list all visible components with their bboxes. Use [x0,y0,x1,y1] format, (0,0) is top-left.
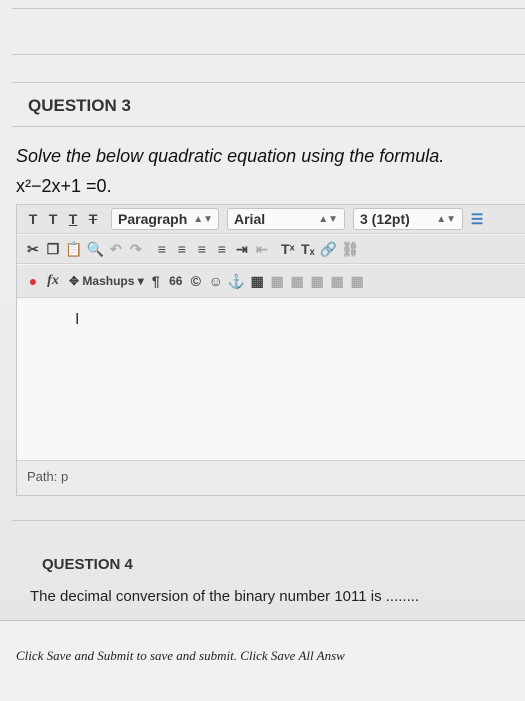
table-cell-icon[interactable]: ▦ [309,271,325,291]
question-4-prompt: The decimal conversion of the binary num… [30,588,420,605]
link-icon[interactable]: 🔗 [320,239,337,259]
strikethrough-text-icon[interactable]: T [85,209,101,229]
italic-text-icon[interactable]: T [45,209,61,229]
select-arrows-icon: ▲▼ [193,213,214,225]
select-arrows-icon: ▲▼ [436,213,456,225]
mashups-button[interactable]: ✥ Mashups ▾ [69,271,144,291]
outdent-icon[interactable]: ⇤ [254,239,270,259]
divider [12,8,525,9]
question-4-title: QUESTION 4 [42,556,133,573]
select-arrows-icon: ▲▼ [318,213,338,225]
emoji-icon[interactable]: ☺ [208,271,224,291]
formula-icon[interactable]: fx [45,271,61,291]
rich-text-editor: T T T T Paragraph ▲▼ Arial ▲▼ 3 (12pt) ▲… [16,204,525,496]
anchor-icon[interactable]: ⚓ [228,271,245,291]
footer-instructions: Click Save and Submit to save and submit… [16,648,345,663]
undo-icon[interactable]: ↶ [108,239,124,259]
mashups-icon: ✥ [69,274,80,288]
divider [12,520,525,521]
font-size-select-value: 3 (12pt) [360,211,410,227]
question-3-title: QUESTION 3 [28,96,131,115]
record-icon[interactable]: ● [25,271,41,291]
table-column-icon[interactable]: ▦ [289,271,305,291]
mashups-label: Mashups [82,274,135,288]
font-select[interactable]: Arial ▲▼ [227,208,345,230]
align-left-icon[interactable]: ≡ [154,239,170,259]
divider [12,126,525,127]
cut-icon[interactable]: ✂ [25,239,41,259]
unlink-icon[interactable]: ⛓ [341,239,359,259]
divider [12,82,525,83]
list-icon[interactable]: ☰ [469,209,485,229]
question-3-prompt: Solve the below quadratic equation using… [16,146,445,166]
indent-icon[interactable]: ⇥ [234,239,250,259]
toolbar-row-1: T T T T Paragraph ▲▼ Arial ▲▼ 3 (12pt) ▲… [17,205,525,234]
superscript-icon[interactable]: Tˣ [280,239,296,259]
quote-icon[interactable]: 66 [168,271,184,291]
paste-icon[interactable]: 📋 [65,239,82,259]
align-center-icon[interactable]: ≡ [174,239,190,259]
justify-icon[interactable]: ≡ [214,239,230,259]
font-select-value: Arial [234,211,266,227]
pilcrow-icon[interactable]: ¶ [148,271,164,291]
copyright-icon[interactable]: © [188,271,204,291]
chevron-down-icon: ▾ [137,274,144,288]
table-row-icon[interactable]: ▦ [269,271,285,291]
toolbar-row-2: ✂ ❐ 📋 🔍 ↶ ↷ ≡ ≡ ≡ ≡ ⇥ ⇤ Tˣ Tₓ 🔗 ⛓ [17,235,525,264]
table-merge-icon[interactable]: ▦ [329,271,345,291]
subscript-icon[interactable]: Tₓ [300,239,316,259]
redo-icon[interactable]: ↷ [128,239,144,259]
underline-text-icon[interactable]: T [65,209,81,229]
question-3-equation: x²−2x+1 =0. [16,176,112,196]
table-split-icon[interactable]: ▦ [349,271,365,291]
paragraph-select[interactable]: Paragraph ▲▼ [111,208,219,230]
table-icon[interactable]: ▦ [249,271,265,291]
editor-path-bar: Path: p [17,460,525,495]
copy-icon[interactable]: ❐ [45,239,61,259]
paragraph-select-value: Paragraph [118,211,188,227]
editor-text-area[interactable] [17,301,525,459]
bold-text-icon[interactable]: T [25,209,41,229]
editor-path-label: Path: p [27,469,69,484]
divider [12,54,525,55]
assignment-page: QUESTION 3 Solve the below quadratic equ… [0,0,525,701]
text-cursor-icon: I [75,311,80,328]
toolbar-row-3: ● fx ✥ Mashups ▾ ¶ 66 © ☺ ⚓ ▦ ▦ ▦ ▦ ▦ ▦ [17,265,525,298]
font-size-select[interactable]: 3 (12pt) ▲▼ [353,208,463,230]
find-icon[interactable]: 🔍 [86,239,103,259]
align-right-icon[interactable]: ≡ [194,239,210,259]
